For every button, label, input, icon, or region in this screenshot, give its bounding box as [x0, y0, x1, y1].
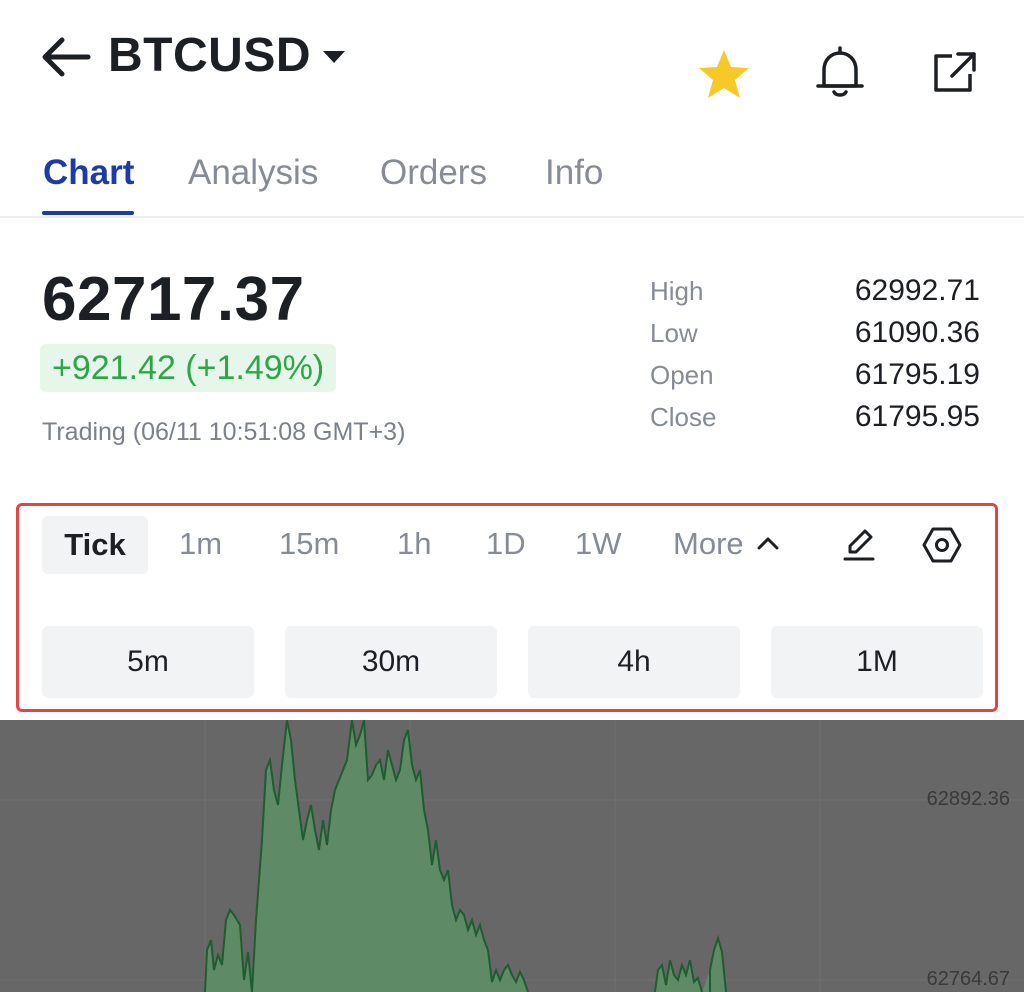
stat-label-high: High [650, 276, 704, 306]
stat-label-close: Close [650, 402, 717, 432]
star-icon[interactable] [696, 48, 752, 100]
tab-indicator [42, 211, 134, 215]
price-chart[interactable]: 62892.36 62764.67 [0, 720, 1024, 992]
stat-value-low: 61090.36 [854, 316, 980, 349]
interval-tick[interactable]: Tick [42, 516, 148, 574]
interval-4h-label: 4h [617, 645, 651, 678]
interval-1mo[interactable]: 1M [771, 626, 983, 698]
interval-15m[interactable]: 15m [279, 526, 339, 562]
y-axis-label: 62764.67 [926, 968, 1010, 990]
stat-label-open: Open [650, 360, 714, 390]
stat-label-low: Low [650, 318, 698, 348]
chevron-up-icon[interactable] [756, 535, 780, 551]
tabs-divider [0, 216, 1024, 218]
price-chart-svg [0, 720, 1024, 992]
price-change-text: +921.42 (+1.49%) [52, 348, 325, 387]
page-title[interactable]: BTCUSD [108, 28, 311, 83]
interval-1h[interactable]: 1h [397, 526, 431, 562]
external-link-icon[interactable] [930, 48, 980, 96]
interval-1mo-label: 1M [856, 645, 898, 678]
trading-status: Trading (06/11 10:51:08 GMT+3) [42, 418, 406, 446]
last-price: 62717.37 [42, 265, 305, 334]
caret-down-icon[interactable] [320, 48, 348, 66]
interval-more[interactable]: More [673, 526, 744, 562]
settings-hexagon-icon[interactable] [922, 525, 962, 565]
interval-30m-label: 30m [361, 645, 421, 678]
stat-value-close: 61795.95 [854, 400, 980, 433]
interval-1w[interactable]: 1W [575, 526, 622, 562]
stat-value-open: 61795.19 [854, 358, 980, 391]
tab-info[interactable]: Info [545, 153, 603, 193]
interval-4h[interactable]: 4h [528, 626, 740, 698]
interval-30m[interactable]: 30m [285, 626, 497, 698]
interval-5m-label: 5m [127, 645, 169, 678]
tab-orders[interactable]: Orders [380, 153, 487, 193]
interval-1d[interactable]: 1D [486, 526, 526, 562]
bell-icon[interactable] [812, 44, 868, 100]
interval-1m[interactable]: 1m [179, 526, 222, 562]
pencil-icon[interactable] [842, 526, 876, 562]
tab-chart[interactable]: Chart [43, 153, 134, 193]
arrow-left-icon[interactable] [40, 34, 92, 80]
interval-5m[interactable]: 5m [42, 626, 254, 698]
stat-value-high: 62992.71 [854, 274, 980, 307]
tab-analysis[interactable]: Analysis [188, 153, 318, 193]
price-change-badge: +921.42 (+1.49%) [40, 344, 337, 392]
y-axis-label: 62892.36 [926, 788, 1010, 810]
